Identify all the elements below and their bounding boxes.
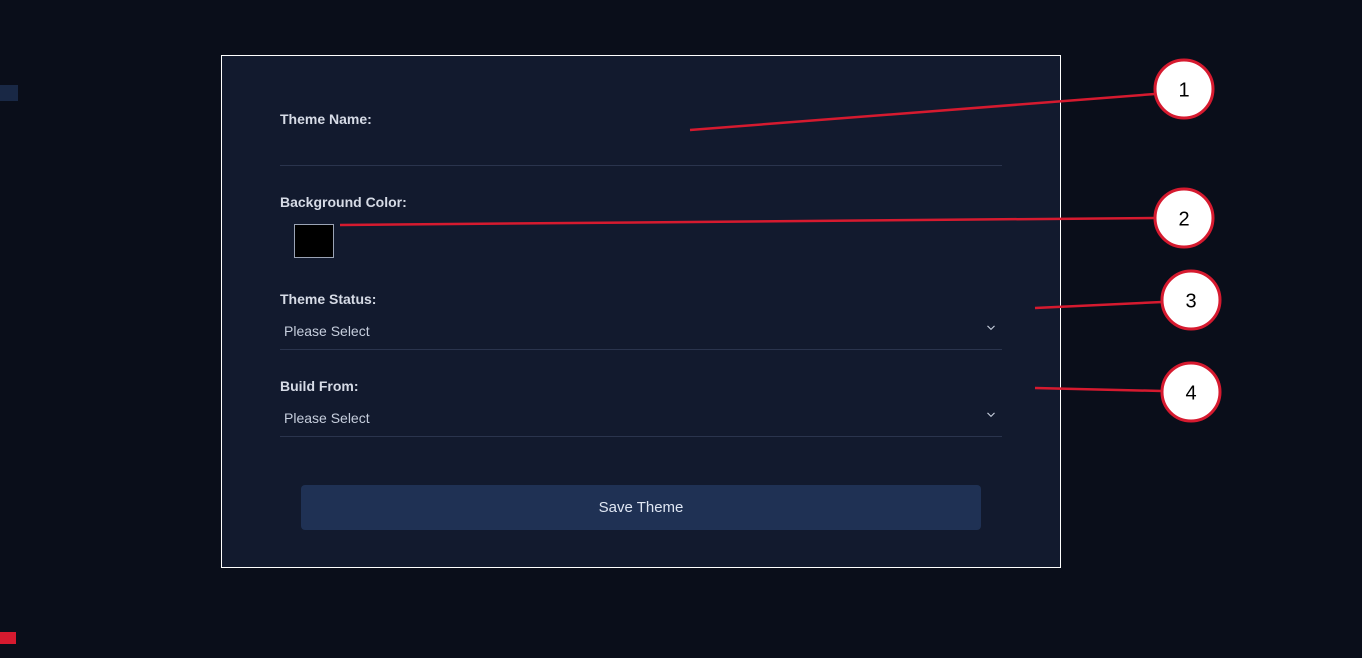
theme-status-select-wrap[interactable]: Please Select: [280, 315, 1002, 350]
annotation-marker-2: 2: [1178, 208, 1189, 230]
theme-status-field: Theme Status: Please Select: [280, 291, 1002, 350]
save-theme-button[interactable]: Save Theme: [301, 485, 981, 530]
theme-name-input[interactable]: [280, 135, 1002, 166]
corner-mark: [0, 632, 16, 644]
theme-status-label: Theme Status:: [280, 291, 1002, 307]
annotation-marker-4: 4: [1185, 382, 1196, 404]
build-from-select-wrap[interactable]: Please Select: [280, 402, 1002, 437]
annotation-marker-3: 3: [1185, 290, 1196, 312]
theme-form-panel: Theme Name: Background Color: Theme Stat…: [221, 55, 1061, 568]
background-color-label: Background Color:: [280, 194, 1002, 210]
build-from-field: Build From: Please Select: [280, 378, 1002, 437]
theme-name-field: Theme Name:: [280, 111, 1002, 166]
annotation-marker-1: 1: [1178, 79, 1189, 101]
theme-status-select[interactable]: Please Select: [280, 315, 1002, 349]
build-from-label: Build From:: [280, 378, 1002, 394]
background-color-swatch[interactable]: [294, 224, 334, 258]
background-color-field: Background Color:: [280, 194, 1002, 263]
theme-name-label: Theme Name:: [280, 111, 1002, 127]
build-from-select[interactable]: Please Select: [280, 402, 1002, 436]
side-accent: [0, 85, 18, 101]
